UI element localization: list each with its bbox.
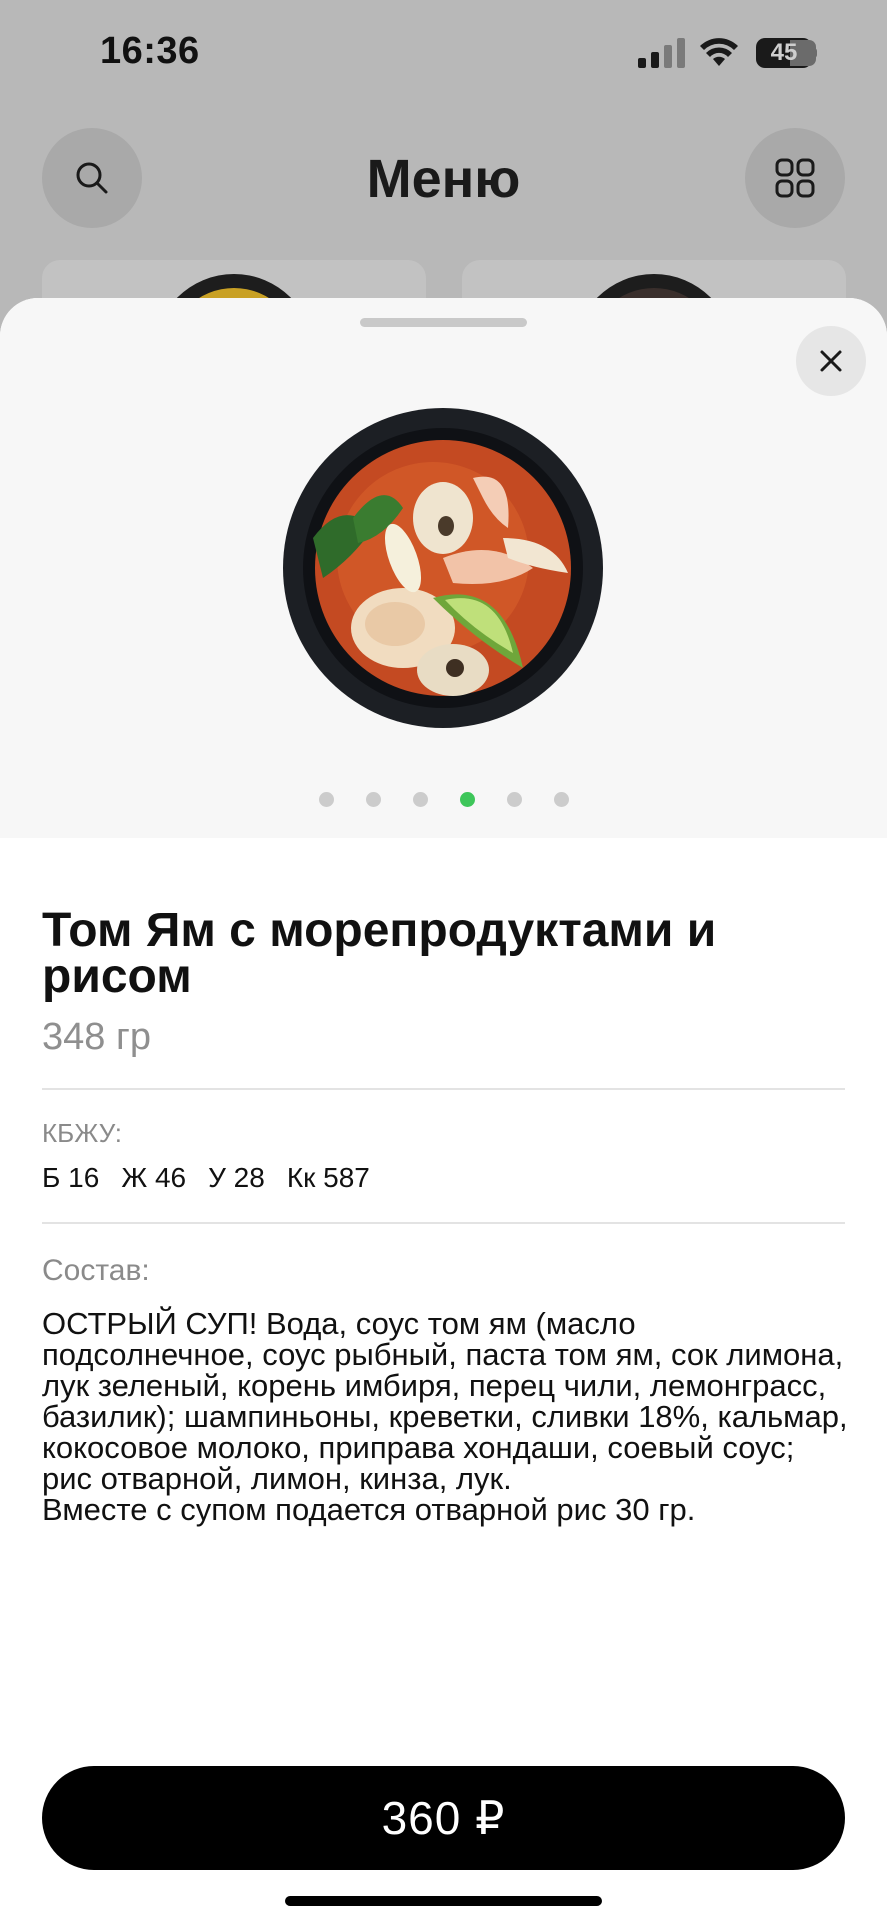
- battery-icon: 45: [756, 38, 818, 68]
- status-bar: 16:36 45: [0, 0, 887, 100]
- qr-scan-button[interactable]: [745, 128, 845, 228]
- status-time: 16:36: [100, 30, 200, 72]
- dish-details-sheet: Том Ям с морепродуктами и рисом 348 гр К…: [0, 298, 887, 1920]
- gallery-pagination[interactable]: [0, 792, 887, 807]
- header: Меню: [0, 120, 887, 240]
- nutrition-fat: Ж 46: [121, 1162, 187, 1193]
- wifi-icon: [700, 38, 738, 66]
- home-indicator: [285, 1896, 602, 1906]
- close-button[interactable]: [796, 326, 866, 396]
- gallery-dot[interactable]: [553, 792, 569, 807]
- composition-text: ОСТРЫЙ СУП! Вода, соус том ям (масло под…: [42, 1306, 848, 1527]
- sheet-grabber[interactable]: [360, 318, 527, 327]
- divider: [42, 1222, 845, 1224]
- composition-label: Состав:: [42, 1254, 150, 1287]
- signal-icon: [638, 38, 685, 68]
- nutrition-protein: Б 16: [42, 1162, 100, 1193]
- gallery-dot[interactable]: [506, 792, 522, 807]
- battery-level: 45: [770, 39, 798, 66]
- nutrition-label: КБЖУ:: [42, 1118, 122, 1148]
- qr-grid-icon: [775, 158, 815, 198]
- nutrition-values: Б 16 Ж 46 У 28 Кк 587: [42, 1162, 370, 1194]
- gallery-dot[interactable]: [459, 792, 475, 807]
- nutrition-carbs: У 28: [208, 1162, 265, 1193]
- close-icon: [820, 350, 842, 372]
- add-to-cart-button[interactable]: 360 ₽: [42, 1766, 845, 1870]
- nutrition-kcal: Кк 587: [286, 1162, 370, 1193]
- divider: [42, 1088, 845, 1090]
- gallery-dot[interactable]: [365, 792, 381, 807]
- gallery-dot[interactable]: [412, 792, 428, 807]
- dish-title: Том Ям с морепродуктами и рисом: [42, 904, 717, 1003]
- dish-photo[interactable]: [283, 408, 603, 728]
- gallery-dot[interactable]: [318, 792, 334, 807]
- dish-weight: 348 гр: [42, 1016, 151, 1058]
